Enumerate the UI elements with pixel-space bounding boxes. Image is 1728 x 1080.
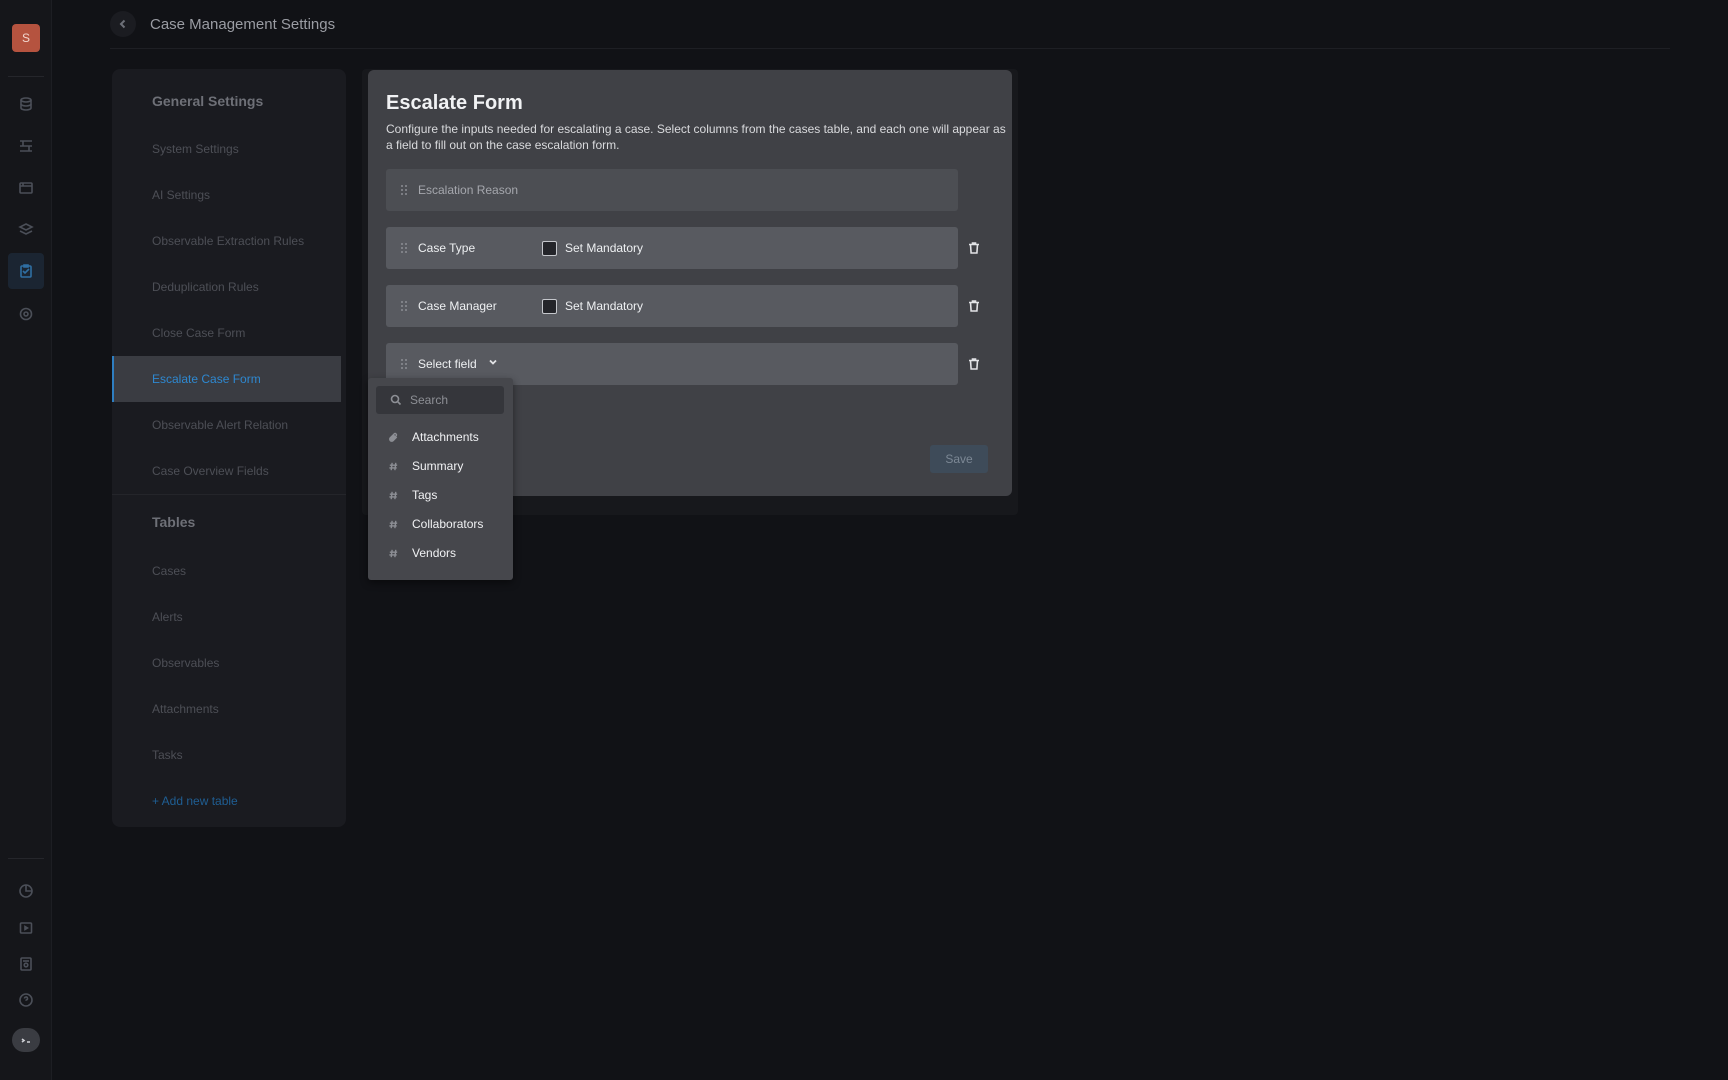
menu-option-label: Collaborators	[412, 517, 484, 531]
page-header: Case Management Settings	[110, 10, 335, 38]
delete-field-button[interactable]	[964, 296, 984, 316]
hash-icon	[386, 461, 400, 472]
field-label: Case Type	[418, 241, 476, 255]
menu-option-tags[interactable]: Tags	[368, 482, 513, 508]
drag-handle-icon[interactable]	[398, 300, 410, 312]
database-icon[interactable]	[13, 91, 39, 117]
paperclip-icon	[386, 432, 400, 443]
field-row-case-manager[interactable]: Case Manager Set Mandatory	[386, 285, 958, 327]
nav-item-escalate-case-form[interactable]: Escalate Case Form	[152, 372, 261, 386]
trash-icon	[969, 358, 979, 370]
nav-item-attachments[interactable]: Attachments	[152, 702, 219, 716]
set-mandatory-label[interactable]: Set Mandatory	[565, 299, 643, 313]
nav-item-ai-settings[interactable]: AI Settings	[152, 188, 210, 202]
field-label: Escalation Reason	[418, 183, 519, 197]
nav-item-deduplication-rules[interactable]: Deduplication Rules	[152, 280, 259, 294]
left-rail: S	[0, 0, 52, 1080]
add-new-table-link[interactable]: + Add new table	[152, 794, 238, 808]
settings-nav: General Settings System Settings AI Sett…	[112, 69, 346, 827]
set-mandatory-checkbox[interactable]	[542, 298, 557, 314]
workflow-icon[interactable]	[13, 133, 39, 159]
layers-icon[interactable]	[13, 217, 39, 243]
tables-title: Tables	[152, 514, 196, 530]
nav-divider	[112, 494, 346, 495]
chevron-down-icon[interactable]	[487, 355, 499, 373]
case-management-icon[interactable]	[8, 253, 44, 289]
menu-option-vendors[interactable]: Vendors	[368, 540, 513, 566]
help-icon[interactable]	[13, 987, 39, 1013]
nav-item-tasks[interactable]: Tasks	[152, 748, 183, 762]
save-button[interactable]: Save	[930, 445, 988, 473]
settings-doc-icon[interactable]	[13, 951, 39, 977]
hash-icon	[386, 519, 400, 530]
hash-icon	[386, 548, 400, 559]
form-title: Escalate Form	[386, 92, 523, 114]
pie-chart-icon[interactable]	[13, 878, 39, 904]
nav-item-cases[interactable]: Cases	[152, 564, 186, 578]
nav-item-close-case-form[interactable]: Close Case Form	[152, 326, 245, 340]
delete-field-button[interactable]	[964, 238, 984, 258]
chevron-left-icon	[119, 19, 126, 29]
field-label: Case Manager	[418, 299, 497, 313]
trash-icon	[969, 300, 979, 312]
nav-item-case-overview-fields[interactable]: Case Overview Fields	[152, 464, 269, 478]
assistant-avatar-icon[interactable]	[12, 1028, 40, 1052]
nav-item-alerts[interactable]: Alerts	[152, 610, 183, 624]
field-row-case-type[interactable]: Case Type Set Mandatory	[386, 227, 958, 269]
delete-field-button[interactable]	[964, 354, 984, 374]
menu-option-collaborators[interactable]: Collaborators	[368, 511, 513, 537]
form-description: Configure the inputs needed for escalati…	[386, 122, 1006, 152]
rail-divider	[8, 76, 44, 77]
set-mandatory-label[interactable]: Set Mandatory	[565, 241, 643, 255]
menu-option-summary[interactable]: Summary	[368, 453, 513, 479]
nav-item-system-settings[interactable]: System Settings	[152, 142, 239, 156]
trash-icon	[969, 242, 979, 254]
search-icon	[390, 394, 402, 406]
search-input[interactable]	[410, 393, 490, 407]
hash-icon	[386, 490, 400, 501]
drag-handle-icon[interactable]	[398, 358, 410, 370]
escalation-reason-row: Escalation Reason	[386, 169, 958, 211]
select-field-dropdown[interactable]: Select field	[418, 357, 477, 371]
menu-option-label: Summary	[412, 459, 464, 473]
rail-divider	[8, 858, 44, 859]
nav-item-observables[interactable]: Observables	[152, 656, 219, 670]
set-mandatory-checkbox[interactable]	[542, 240, 557, 256]
nav-item-observable-extraction-rules[interactable]: Observable Extraction Rules	[152, 234, 304, 248]
header-divider	[110, 48, 1670, 49]
menu-option-attachments[interactable]: Attachments	[368, 424, 513, 450]
menu-option-label: Vendors	[412, 546, 457, 560]
workspace-logo[interactable]: S	[12, 24, 40, 52]
menu-option-label: Attachments	[412, 430, 479, 444]
drag-handle-icon	[398, 184, 410, 196]
browser-icon[interactable]	[13, 175, 39, 201]
general-settings-title: General Settings	[152, 93, 264, 109]
field-select-menu: Attachments Summary Tags Collaborators V…	[368, 378, 513, 580]
video-icon[interactable]	[13, 915, 39, 941]
menu-option-label: Tags	[412, 488, 438, 502]
target-icon[interactable]	[13, 301, 39, 327]
search-field[interactable]	[376, 386, 504, 414]
back-button[interactable]	[110, 11, 136, 37]
page-title: Case Management Settings	[150, 15, 336, 33]
nav-item-observable-alert-relation[interactable]: Observable Alert Relation	[152, 418, 288, 432]
drag-handle-icon[interactable]	[398, 242, 410, 254]
